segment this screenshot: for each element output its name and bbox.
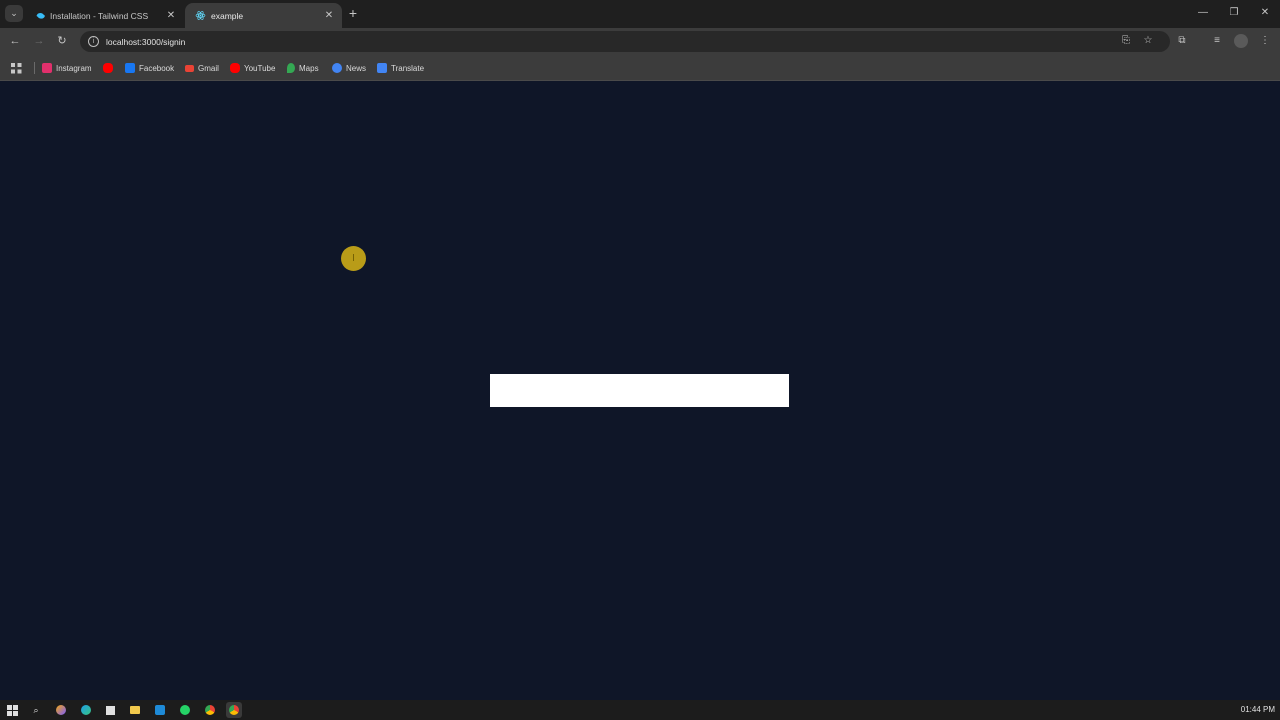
close-window-icon[interactable]: ✕ xyxy=(1250,4,1280,22)
page-viewport: I xyxy=(0,81,1280,700)
whatsapp-icon[interactable] xyxy=(177,702,193,718)
instagram-icon xyxy=(42,63,52,73)
tab-installation[interactable]: Installation - Tailwind CSS ✕ xyxy=(24,3,184,28)
bookmark-news[interactable]: News xyxy=(332,61,366,75)
minimize-icon[interactable]: — xyxy=(1188,4,1218,22)
maps-icon xyxy=(287,63,295,73)
address-url: localhost:3000/signin xyxy=(106,36,186,47)
react-icon xyxy=(195,10,206,21)
file-explorer-icon[interactable] xyxy=(127,702,143,718)
back-icon[interactable]: ← xyxy=(6,32,24,50)
chrome-icon[interactable] xyxy=(202,702,218,718)
bookmark-label: News xyxy=(346,63,367,73)
news-icon xyxy=(332,63,342,73)
tab-label: example xyxy=(211,10,244,21)
tab-example[interactable]: example ✕ xyxy=(185,3,342,28)
tailwind-icon xyxy=(34,10,45,21)
bookmarks-bar: Instagram Facebook Gmail YouTube Maps Ne… xyxy=(0,55,1280,81)
bookmark-label: YouTube xyxy=(244,63,276,73)
new-tab-icon[interactable]: + xyxy=(345,5,361,21)
vscode-icon[interactable] xyxy=(152,702,168,718)
signin-box xyxy=(490,374,789,407)
media-control-icon[interactable]: ≡ xyxy=(1210,34,1224,48)
bookmark-label: Instagram xyxy=(56,63,92,73)
restore-icon[interactable]: ❐ xyxy=(1219,4,1249,22)
chevron-down-icon: ⌄ xyxy=(10,8,18,18)
copilot-icon[interactable] xyxy=(53,702,69,718)
bookmark-youtube[interactable]: YouTube xyxy=(230,61,275,75)
youtube-icon xyxy=(230,63,240,73)
search-icon[interactable]: ⌕ xyxy=(28,702,44,718)
menu-icon[interactable]: ⋮ xyxy=(1258,34,1272,48)
close-tab-icon[interactable]: ✕ xyxy=(322,10,336,21)
tab-search-button[interactable]: ⌄ xyxy=(5,5,23,22)
reload-icon[interactable]: ↻ xyxy=(53,32,71,50)
translate-icon xyxy=(377,63,387,73)
bookmark-youtube-unlabeled[interactable] xyxy=(103,61,117,75)
bookmark-gmail[interactable]: Gmail xyxy=(185,61,219,75)
bookmark-label: Maps xyxy=(299,63,319,73)
taskbar-clock: 01:44 PM xyxy=(1240,705,1275,714)
extensions-icon[interactable]: ⧉ xyxy=(1175,34,1189,48)
bookmark-instagram[interactable]: Instagram xyxy=(42,61,92,75)
bookmark-label: Translate xyxy=(391,63,425,73)
facebook-icon xyxy=(125,63,135,73)
bookmark-facebook[interactable]: Facebook xyxy=(125,61,174,75)
edge-icon[interactable] xyxy=(78,702,94,718)
tab-label: Installation - Tailwind CSS xyxy=(50,10,149,21)
close-tab-icon[interactable]: ✕ xyxy=(164,10,178,21)
apps-grid-icon[interactable] xyxy=(11,61,22,75)
bookmark-divider xyxy=(34,62,35,74)
bookmark-label: Gmail xyxy=(198,63,219,73)
windows-start-icon[interactable] xyxy=(4,702,20,718)
address-bar[interactable]: i localhost:3000/signin xyxy=(80,31,1170,52)
bookmark-label: Facebook xyxy=(139,63,175,73)
store-icon[interactable] xyxy=(102,702,118,718)
profile-avatar-icon[interactable] xyxy=(1234,34,1248,48)
bookmark-star-icon[interactable]: ☆ xyxy=(1141,34,1155,48)
taskbar: ⌕ 01:44 PM xyxy=(0,700,1280,720)
install-app-icon[interactable]: ⎘ xyxy=(1119,34,1133,48)
tab-strip: ⌄ Installation - Tailwind CSS ✕ example … xyxy=(0,0,1280,28)
youtube-icon xyxy=(103,63,113,73)
chrome-active-icon[interactable] xyxy=(226,702,242,718)
cursor-highlight: I xyxy=(341,246,366,271)
text-cursor-icon: I xyxy=(352,253,355,264)
browser-toolbar: ← → ↻ i localhost:3000/signin ⎘ ☆ ⧉ ≡ ⋮ xyxy=(0,28,1280,55)
bookmark-maps[interactable]: Maps xyxy=(287,61,319,75)
bookmark-translate[interactable]: Translate xyxy=(377,61,424,75)
site-info-icon[interactable]: i xyxy=(88,36,99,47)
gmail-icon xyxy=(185,64,194,72)
forward-icon[interactable]: → xyxy=(30,32,48,50)
